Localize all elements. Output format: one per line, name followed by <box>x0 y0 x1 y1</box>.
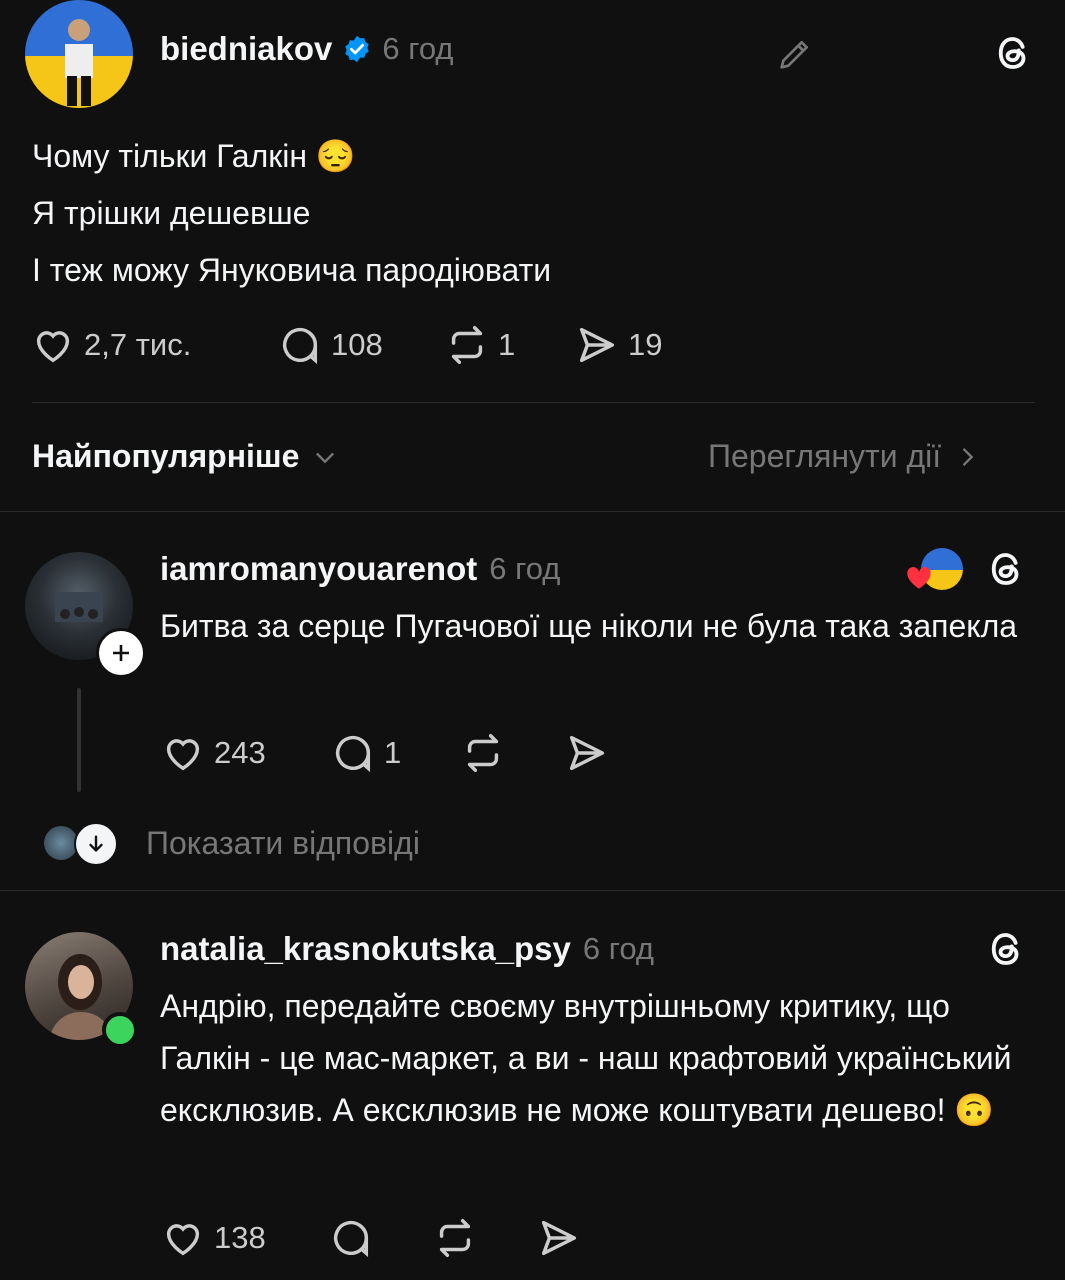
like-count: 243 <box>214 735 266 770</box>
comment-time: 6 год <box>582 931 655 966</box>
comment-text: Битва за серце Пугачової ще ніколи не бу… <box>160 608 1018 644</box>
like-button[interactable]: 2,7 тис. <box>30 322 191 368</box>
heart-icon <box>166 1224 200 1256</box>
reply-button[interactable]: 108 <box>277 322 383 368</box>
verified-badge-icon <box>345 35 370 63</box>
commenter-username[interactable]: natalia_krasnokutska_psy <box>160 930 571 968</box>
follow-plus-button[interactable] <box>96 628 146 678</box>
chevron-down-icon <box>316 452 335 463</box>
comment-header: iamromanyouarenot 6 год <box>160 550 560 588</box>
heart-icon <box>166 739 200 771</box>
share-button[interactable]: 19 <box>574 322 662 368</box>
sort-dropdown[interactable]: Найпопулярніше <box>32 438 339 475</box>
post-time: 6 год <box>382 31 454 66</box>
share-icon <box>541 1220 577 1256</box>
reply-avatar <box>44 826 78 860</box>
online-status-icon <box>102 1012 138 1048</box>
view-activity-label: Переглянути дії <box>708 438 942 474</box>
share-icon <box>579 327 615 363</box>
plus-icon <box>113 645 129 661</box>
divider <box>0 890 1065 891</box>
show-replies-button[interactable]: Показати відповіді <box>44 822 420 866</box>
post-line: І теж можу Януковича пародіювати <box>32 252 552 288</box>
like-count: 138 <box>214 1220 266 1255</box>
comment-icon <box>282 327 318 365</box>
repost-icon <box>439 1219 471 1257</box>
reply-count: 108 <box>331 327 383 362</box>
post-line: Чому тільки Галкін 😔 <box>32 138 356 174</box>
author-avatar[interactable] <box>25 0 133 108</box>
chevron-right-icon <box>962 447 974 466</box>
post-header: biedniakov 6 год <box>160 30 454 68</box>
like-button[interactable]: 243 <box>160 730 266 776</box>
reply-button[interactable] <box>328 1215 374 1261</box>
show-replies-label: Показати відповіді <box>146 824 420 861</box>
thread-line <box>77 688 81 792</box>
repost-button[interactable] <box>460 730 506 776</box>
commenter-username[interactable]: iamromanyouarenot <box>160 550 477 588</box>
repost-button[interactable]: 1 <box>444 322 515 368</box>
share-button[interactable] <box>536 1215 582 1261</box>
share-button[interactable] <box>564 730 610 776</box>
like-count: 2,7 тис. <box>84 327 192 362</box>
reply-count: 1 <box>384 735 402 770</box>
share-count: 19 <box>628 327 663 362</box>
comment-text: Андрію, передайте своєму внутрішньому кр… <box>160 988 1012 1128</box>
avatar-person-figure <box>65 19 93 106</box>
comment-header: natalia_krasnokutska_psy 6 год <box>160 930 654 968</box>
divider <box>32 402 1035 403</box>
arrow-down-icon <box>74 822 118 866</box>
author-liked-indicator <box>905 548 965 592</box>
sort-label: Найпопулярніше <box>32 438 300 474</box>
post-line: Я трішки дешевше <box>32 195 311 231</box>
reply-button[interactable]: 1 <box>330 730 401 776</box>
repost-icon <box>451 326 483 364</box>
repost-count: 1 <box>498 327 516 362</box>
heart-icon <box>36 331 70 363</box>
threads-logo-icon[interactable] <box>985 928 1027 975</box>
post-body: Чому тільки Галкін 😔 Я трішки дешевше І … <box>32 130 1032 301</box>
reply-avatars <box>44 822 118 866</box>
heart-icon <box>907 567 931 589</box>
threads-logo-icon[interactable] <box>992 32 1034 79</box>
like-button[interactable]: 138 <box>160 1215 266 1261</box>
view-activity-link[interactable]: Переглянути дії <box>708 438 981 475</box>
threads-logo-icon[interactable] <box>985 548 1027 595</box>
edit-icon[interactable] <box>775 34 815 79</box>
repost-icon <box>467 734 499 772</box>
comment-time: 6 год <box>489 551 561 586</box>
repost-button[interactable] <box>432 1215 478 1261</box>
comment-icon <box>333 1220 369 1258</box>
comment-icon <box>335 735 371 773</box>
share-icon <box>569 735 605 771</box>
divider <box>0 511 1065 512</box>
author-username[interactable]: biedniakov <box>160 30 332 68</box>
